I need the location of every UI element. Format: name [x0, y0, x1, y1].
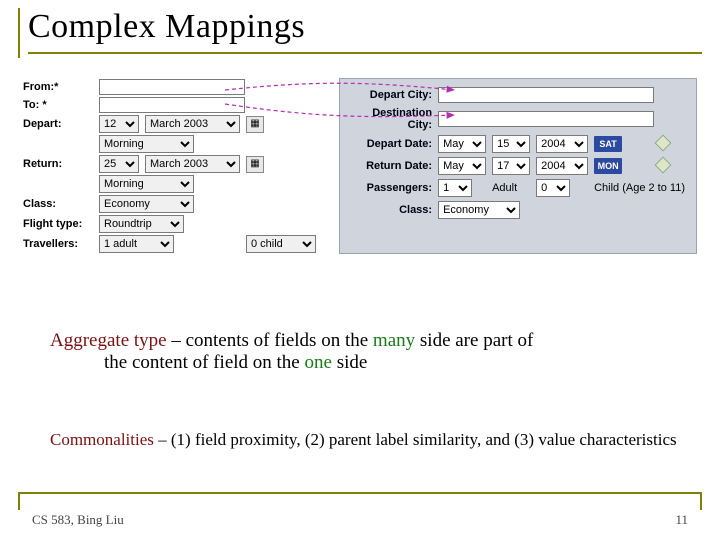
label-depart: Depart:: [20, 114, 96, 134]
label-travellers: Travellers:: [20, 234, 96, 254]
footer-left: CS 583, Bing Liu: [32, 512, 124, 528]
select-class[interactable]: Economy: [99, 195, 194, 213]
aggregate-text: Aggregate type – contents of fields on t…: [50, 330, 680, 374]
select-class-r[interactable]: Economy: [438, 201, 520, 219]
calendar-icon[interactable]: ▦: [246, 116, 264, 133]
label-return-date: Return Date:: [348, 155, 435, 177]
select-travellers-adult[interactable]: 1 adult: [99, 235, 174, 253]
select-dd-month[interactable]: May: [438, 135, 486, 153]
slide-title: Complex Mappings: [28, 8, 702, 46]
input-from[interactable]: [99, 79, 245, 95]
aggregate-label: Aggregate type: [50, 330, 167, 351]
diamond-icon: [654, 134, 671, 151]
label-dest-city: DestinationCity:: [348, 105, 435, 133]
many-word: many: [373, 330, 415, 351]
select-return-time[interactable]: Morning: [99, 175, 194, 193]
label-class-r: Class:: [348, 199, 435, 221]
commonalities-text: Commonalities – (1) field proximity, (2)…: [50, 430, 680, 450]
bottom-rule: [18, 492, 702, 494]
label-to: To: *: [20, 96, 96, 114]
page-number: 11: [675, 512, 688, 528]
calendar-icon[interactable]: ▦: [246, 156, 264, 173]
select-pass-child[interactable]: 0: [536, 179, 570, 197]
select-depart-day[interactable]: 12: [99, 115, 139, 133]
select-depart-month[interactable]: March 2003: [145, 115, 240, 133]
rule-tick-right: [700, 492, 702, 510]
label-from: From:*: [20, 78, 96, 96]
forms-row: From:* To: * Depart: 12 March 2003 ▦ Mor…: [20, 78, 710, 254]
select-rd-year[interactable]: 2004: [536, 157, 588, 175]
label-passengers: Passengers:: [348, 177, 435, 199]
select-return-day[interactable]: 25: [99, 155, 139, 173]
select-rd-month[interactable]: May: [438, 157, 486, 175]
label-adult: Adult: [489, 177, 533, 199]
rule-tick-left: [18, 492, 20, 510]
select-travellers-child[interactable]: 0 child: [246, 235, 316, 253]
badge-dow-sat: SAT: [594, 136, 622, 152]
select-depart-time[interactable]: Morning: [99, 135, 194, 153]
input-depart-city[interactable]: [438, 87, 654, 103]
select-flight-type[interactable]: Roundtrip: [99, 215, 184, 233]
label-class: Class:: [20, 194, 96, 214]
commonalities-label: Commonalities: [50, 430, 154, 449]
select-rd-day[interactable]: 17: [492, 157, 530, 175]
label-depart-city: Depart City:: [348, 85, 435, 105]
select-return-month[interactable]: March 2003: [145, 155, 240, 173]
form-left: From:* To: * Depart: 12 March 2003 ▦ Mor…: [20, 78, 319, 254]
title-accent-bar: [18, 8, 20, 58]
badge-dow-mon: MON: [594, 158, 622, 174]
title-rule: [28, 52, 702, 54]
label-child: Child (Age 2 to 11): [591, 177, 688, 199]
title-area: Complex Mappings: [18, 8, 702, 54]
label-depart-date: Depart Date:: [348, 133, 435, 155]
one-word: one: [305, 352, 332, 373]
input-dest-city[interactable]: [438, 111, 654, 127]
input-to[interactable]: [99, 97, 245, 113]
select-pass-adult[interactable]: 1: [438, 179, 472, 197]
form-right: Depart City: DestinationCity: Depart Dat…: [339, 78, 697, 254]
label-flight-type: Flight type:: [20, 214, 96, 234]
label-return: Return:: [20, 154, 96, 174]
diamond-icon: [654, 156, 671, 173]
select-dd-year[interactable]: 2004: [536, 135, 588, 153]
select-dd-day[interactable]: 15: [492, 135, 530, 153]
